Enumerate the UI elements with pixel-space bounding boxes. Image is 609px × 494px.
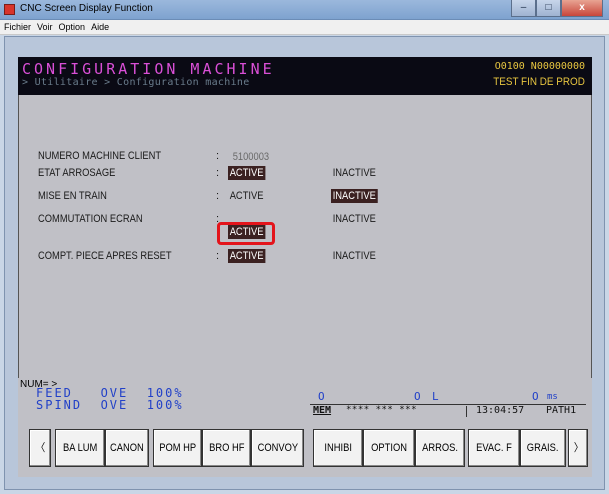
status-indicators: **** *** ***: [346, 405, 418, 415]
selection-highlight-box: [217, 222, 275, 245]
menu-bar: Fichier Voir Option Aide: [0, 20, 609, 35]
softkey-grais[interactable]: GRAIS.: [520, 429, 566, 467]
softkey-inhibi[interactable]: INHIBI: [313, 429, 363, 467]
maximize-button[interactable]: □: [536, 0, 561, 17]
softkey-label: BA LUM: [62, 442, 98, 454]
menu-aide[interactable]: Aide: [91, 20, 109, 34]
softkey-ba-lum[interactable]: BA LUM: [55, 429, 105, 467]
status-o-left: O: [318, 390, 325, 403]
menu-fichier[interactable]: Fichier: [4, 20, 31, 34]
mode-label: TEST FIN DE PROD: [493, 76, 585, 88]
chevron-right-icon: 〉: [573, 442, 583, 454]
setting-label: MISE EN TRAIN: [38, 190, 107, 202]
program-number: O0100 N00000000: [494, 61, 585, 72]
setting-colon: :: [216, 250, 220, 262]
status-separator: [466, 406, 467, 417]
window-titlebar: CNC Screen Display Function – □ x: [0, 0, 609, 20]
softkey-label: BRO HF: [208, 442, 245, 454]
softkey-bro-hf[interactable]: BRO HF: [202, 429, 251, 467]
app-icon: [4, 4, 15, 15]
close-button[interactable]: x: [561, 0, 603, 17]
menu-option[interactable]: Option: [59, 20, 86, 34]
coolant-option-inactive[interactable]: INACTIVE: [331, 166, 378, 180]
window-title: CNC Screen Display Function: [20, 3, 153, 14]
override-display: FEED OVE 100% SPIND OVE 100%: [36, 387, 184, 411]
softkey-option[interactable]: OPTION: [363, 429, 415, 467]
part-counter-option-inactive[interactable]: INACTIVE: [331, 249, 378, 263]
status-o-mid: O: [414, 390, 421, 403]
chevron-left-icon: 〈: [35, 442, 45, 454]
breadcrumb: > Utilitaire > Configuration machine: [22, 77, 250, 88]
status-ms-unit: ms: [547, 392, 558, 402]
machine-number-value: 5100003: [232, 151, 270, 163]
path-label: PATH1: [546, 405, 577, 416]
softkey-prev[interactable]: 〈: [29, 429, 51, 467]
softkey-convoy[interactable]: CONVOY: [251, 429, 304, 467]
setting-label: COMMUTATION ECRAN: [38, 213, 143, 225]
softkey-label: POM HP: [159, 442, 196, 454]
softkey-label: GRAIS.: [527, 442, 559, 454]
window-controls: – □ x: [511, 0, 603, 18]
softkey-label: OPTION: [371, 442, 407, 454]
setting-label: COMPT. PIECE APRES RESET: [38, 250, 172, 262]
page-title: CONFIGURATION MACHINE: [22, 60, 275, 78]
screen-switch-option-inactive[interactable]: INACTIVE: [331, 212, 378, 226]
setup-option-active[interactable]: ACTIVE: [228, 189, 265, 203]
setup-option-inactive[interactable]: INACTIVE: [331, 189, 378, 203]
setting-colon: :: [216, 150, 220, 162]
softkey-label: CANON: [110, 442, 144, 454]
spindle-override: SPIND OVE 100%: [36, 398, 184, 412]
clock: 13:04:57: [476, 405, 525, 416]
softkey-canon[interactable]: CANON: [105, 429, 149, 467]
part-counter-option-active[interactable]: ACTIVE: [228, 249, 266, 263]
softkey-label: CONVOY: [257, 442, 298, 454]
softkey-arros[interactable]: ARROS.: [415, 429, 465, 467]
mode-mem: MEM: [313, 405, 332, 416]
menu-voir[interactable]: Voir: [37, 20, 53, 34]
minimize-button[interactable]: –: [511, 0, 536, 17]
softkey-pom-hp[interactable]: POM HP: [153, 429, 202, 467]
status-o-right: O: [532, 390, 539, 403]
softkey-label: EVAC. F: [476, 442, 512, 454]
softkey-label: INHIBI: [324, 442, 352, 454]
softkey-evac-f[interactable]: EVAC. F: [468, 429, 520, 467]
setting-colon: :: [216, 190, 220, 202]
setting-label: NUMERO MACHINE CLIENT: [38, 150, 162, 162]
status-line: MEM **** *** *** 13:04:57 PATH1: [310, 404, 586, 417]
setting-label: ETAT ARROSAGE: [38, 167, 116, 179]
setting-colon: :: [216, 167, 220, 179]
coolant-option-active[interactable]: ACTIVE: [228, 166, 266, 180]
softkey-label: ARROS.: [422, 442, 458, 454]
softkey-next[interactable]: 〉: [568, 429, 588, 467]
status-l-label: L: [432, 390, 439, 403]
